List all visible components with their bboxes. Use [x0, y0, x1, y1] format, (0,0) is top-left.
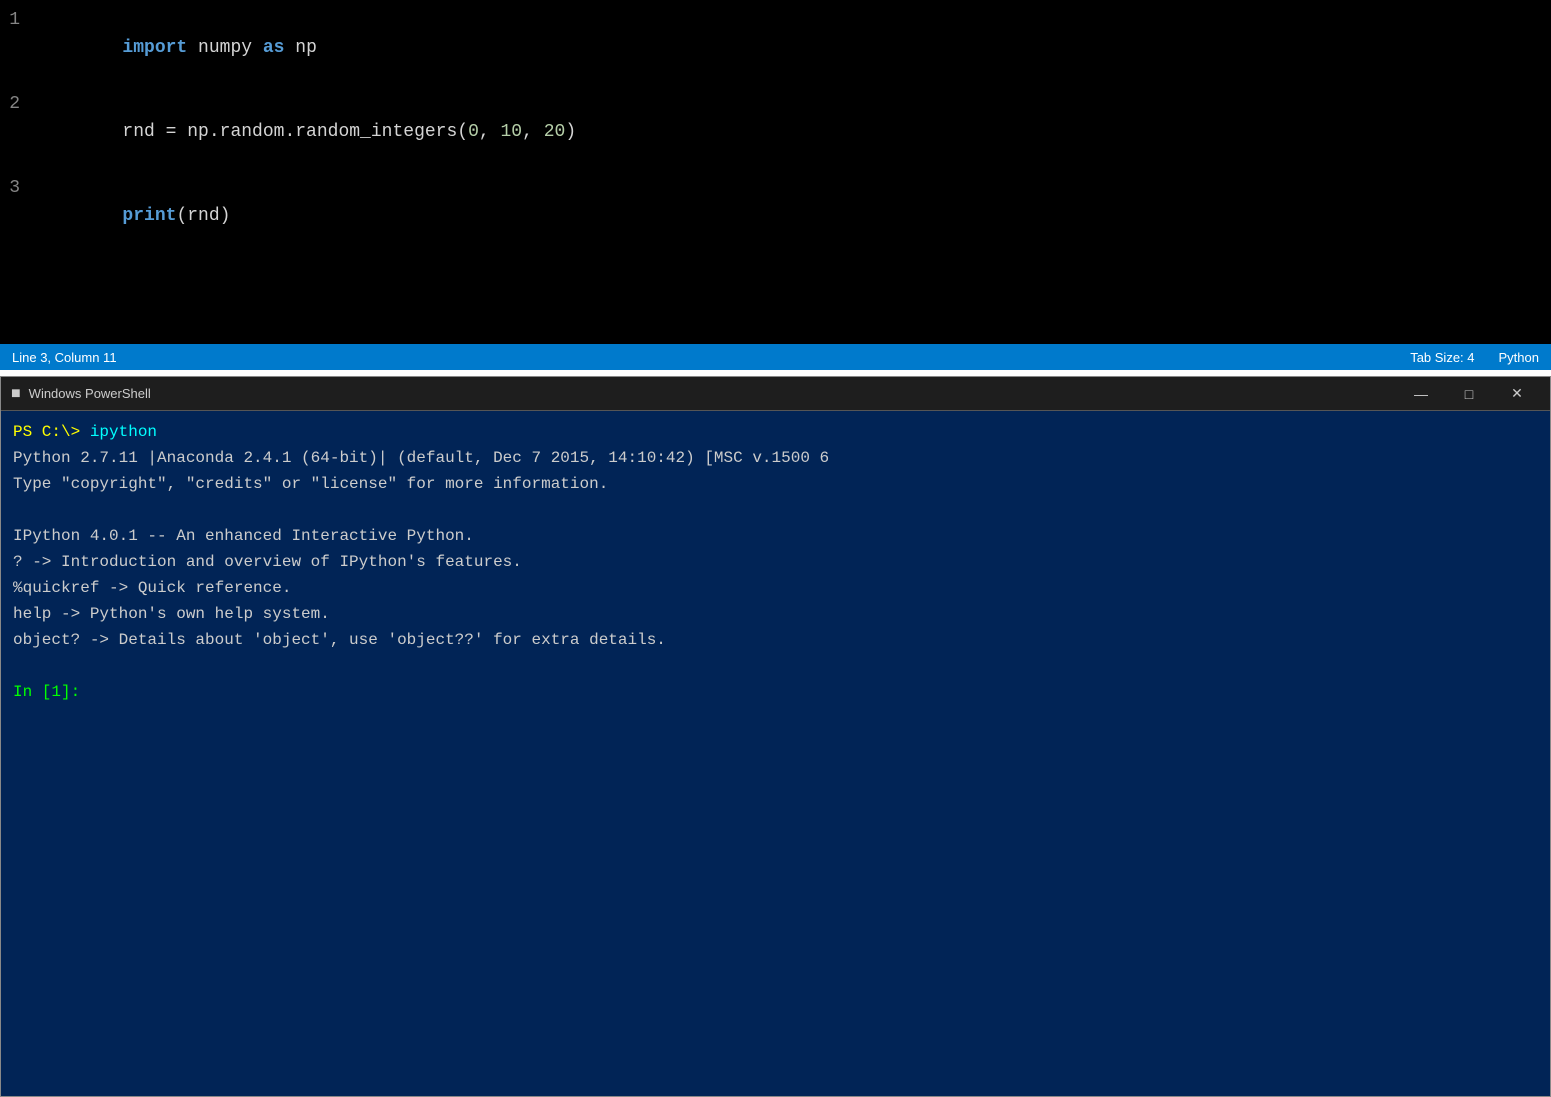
powershell-icon: ■	[11, 385, 21, 403]
powershell-window[interactable]: ■ Windows PowerShell — □ ✕ PS C:\> ipyth…	[0, 376, 1551, 1097]
ps-in-prompt: In [1]:	[13, 683, 80, 701]
ps-line-license: Type "copyright", "credits" or "license"…	[13, 471, 1538, 497]
ps-line-blank-1	[13, 497, 1538, 523]
status-bar: Line 3, Column 11 Tab Size: 4 Python	[0, 344, 1551, 370]
cursor-position: Line 3, Column 11	[12, 350, 117, 365]
minimize-button[interactable]: —	[1398, 377, 1444, 411]
ps-line-help-1: ? -> Introduction and overview of IPytho…	[13, 549, 1538, 575]
code-editor[interactable]: 1 import numpy as np 2 rnd = np.random.r…	[0, 0, 1551, 370]
ps-line-ipython-version: IPython 4.0.1 -- An enhanced Interactive…	[13, 523, 1538, 549]
powershell-titlebar: ■ Windows PowerShell — □ ✕	[1, 377, 1550, 411]
close-button[interactable]: ✕	[1494, 377, 1540, 411]
powershell-title: Windows PowerShell	[29, 386, 1398, 401]
ps-line-help-2: %quickref -> Quick reference.	[13, 575, 1538, 601]
line-number-3: 3	[0, 174, 36, 202]
line-number-1: 1	[0, 6, 36, 34]
maximize-button[interactable]: □	[1446, 377, 1492, 411]
titlebar-buttons: — □ ✕	[1398, 377, 1540, 411]
language-indicator: Python	[1499, 350, 1539, 365]
ps-line-help-3: help -> Python's own help system.	[13, 601, 1538, 627]
ps-line-blank-2	[13, 653, 1538, 679]
powershell-content[interactable]: PS C:\> ipython Python 2.7.11 |Anaconda …	[1, 411, 1550, 1096]
tab-size: Tab Size: 4	[1410, 350, 1474, 365]
code-line-1: 1 import numpy as np	[0, 6, 1551, 90]
ps-line-version: Python 2.7.11 |Anaconda 2.4.1 (64-bit)| …	[13, 445, 1538, 471]
ps-line-help-4: object? -> Details about 'object', use '…	[13, 627, 1538, 653]
status-right: Tab Size: 4 Python	[1410, 350, 1539, 365]
code-text-3: print(rnd)	[36, 174, 230, 258]
ps-command-ipython: ipython	[90, 423, 157, 441]
code-text-1: import numpy as np	[36, 6, 317, 90]
code-content[interactable]: 1 import numpy as np 2 rnd = np.random.r…	[0, 0, 1551, 264]
code-text-2: rnd = np.random.random_integers(0, 10, 2…	[36, 90, 576, 174]
code-line-2: 2 rnd = np.random.random_integers(0, 10,…	[0, 90, 1551, 174]
code-line-3: 3 print(rnd)	[0, 174, 1551, 258]
ps-prompt-text: PS C:\>	[13, 423, 90, 441]
line-number-2: 2	[0, 90, 36, 118]
ps-line-prompt: PS C:\> ipython	[13, 419, 1538, 445]
ps-line-in-prompt[interactable]: In [1]:	[13, 679, 1538, 705]
status-left: Line 3, Column 11	[12, 350, 117, 365]
